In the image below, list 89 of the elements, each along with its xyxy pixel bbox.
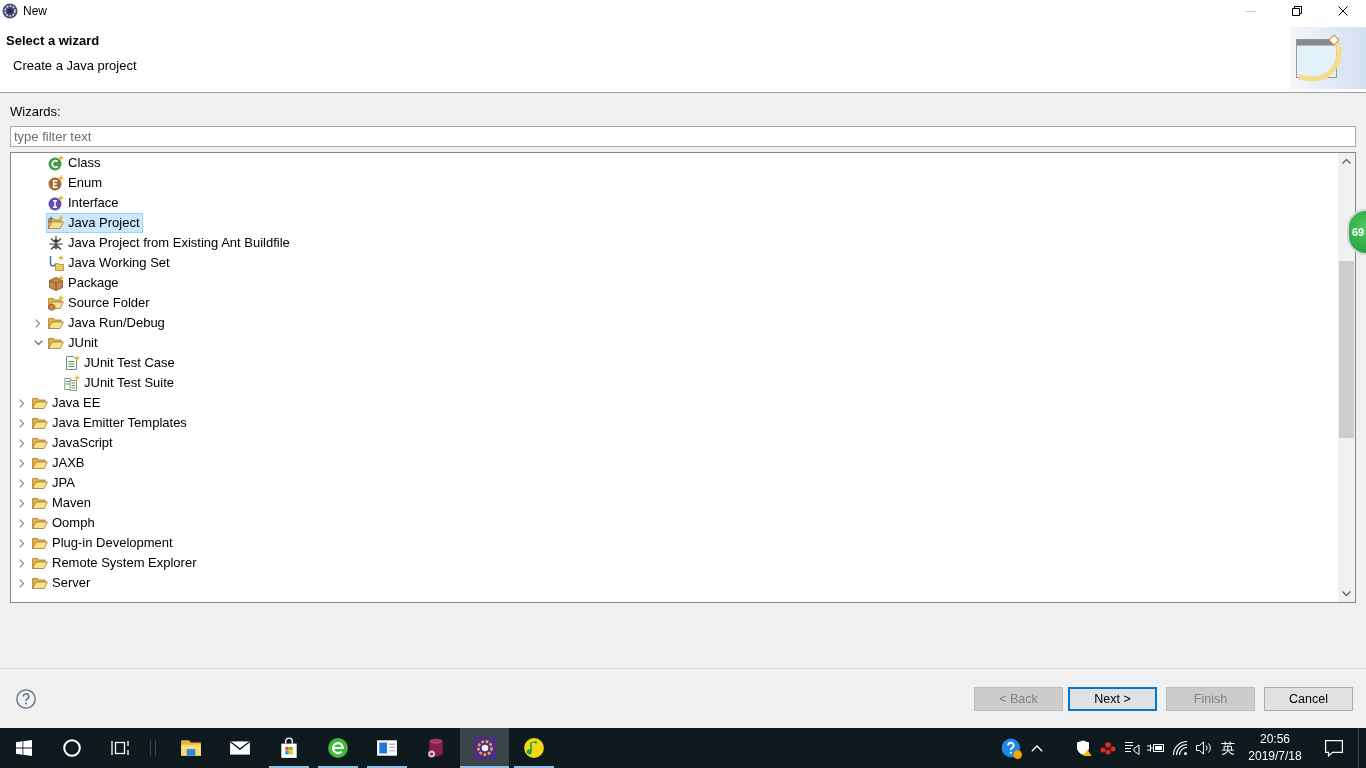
- input-method-indicator[interactable]: 英: [1216, 739, 1240, 757]
- dots-cluster-icon[interactable]: [1100, 741, 1116, 755]
- folder-icon: [32, 395, 48, 411]
- i-circle-icon: [48, 195, 64, 211]
- battery-icon[interactable]: [1147, 742, 1165, 754]
- speaker-icon[interactable]: [1195, 741, 1213, 755]
- wizard-description: Create a Java project: [13, 58, 137, 74]
- chevron-up-icon[interactable]: [1031, 744, 1043, 752]
- scroll-thumb[interactable]: [1339, 261, 1354, 438]
- gear-tile-icon[interactable]: [473, 737, 496, 759]
- filter-label: Wizards:: [10, 104, 61, 120]
- folder-icon: [32, 455, 48, 471]
- folder-icon: [48, 335, 64, 351]
- tree-item[interactable]: JUnit Test Case: [62, 353, 178, 373]
- chevron-right-icon[interactable]: [19, 578, 25, 588]
- folder-icon: [32, 475, 48, 491]
- wizard-title: Select a wizard: [6, 33, 100, 49]
- tree-item[interactable]: Server: [30, 573, 94, 593]
- chevron-right-icon[interactable]: [19, 538, 25, 548]
- folder-icon: [32, 575, 48, 591]
- music-note-icon[interactable]: [522, 737, 545, 759]
- folder-icon: [48, 315, 64, 331]
- folder-icon: [32, 495, 48, 511]
- folder-icon: [32, 535, 48, 551]
- help-icon[interactable]: [1000, 737, 1022, 759]
- chevron-right-icon[interactable]: [19, 398, 25, 408]
- chevron-right-icon[interactable]: [19, 518, 25, 528]
- tree-item[interactable]: Class: [46, 153, 104, 173]
- tree-item[interactable]: Java Project from Existing Ant Buildfile: [46, 233, 293, 253]
- chevron-right-icon[interactable]: [19, 558, 25, 568]
- tree-item[interactable]: Package: [46, 273, 122, 293]
- folder-icon: [32, 435, 48, 451]
- chevron-right-icon[interactable]: [19, 478, 25, 488]
- tree-item[interactable]: Maven: [30, 493, 95, 513]
- tree-item[interactable]: Java Emitter Templates: [30, 413, 190, 433]
- task-view-icon[interactable]: [111, 740, 129, 756]
- tray-time[interactable]: 20:56: [1260, 731, 1290, 748]
- tree-item[interactable]: Enum: [46, 173, 105, 193]
- restore-icon[interactable]: [1292, 6, 1302, 16]
- document-icon: [64, 355, 80, 371]
- tree-item[interactable]: Java EE: [30, 393, 104, 413]
- folder-icon: [32, 515, 48, 531]
- tree-item[interactable]: JavaScript: [30, 433, 116, 453]
- tree-item[interactable]: Java Working Set: [46, 253, 173, 273]
- folder-icon: [32, 555, 48, 571]
- filter-field[interactable]: type filter text: [10, 126, 1356, 147]
- window-title: New: [23, 3, 47, 19]
- tree-item[interactable]: Oomph: [30, 513, 98, 533]
- package-icon: [48, 275, 64, 291]
- ring-icon[interactable]: [63, 739, 81, 757]
- wifi-icon[interactable]: [1172, 740, 1188, 756]
- tree-item[interactable]: Interface: [46, 193, 122, 213]
- tree-item[interactable]: Remote System Explorer: [30, 553, 200, 573]
- project-folder-icon: [48, 215, 64, 231]
- start-icon[interactable]: [16, 740, 32, 756]
- documents-icon: [64, 375, 80, 391]
- chevron-right-icon[interactable]: [35, 318, 41, 328]
- dialog-button[interactable]: Next >: [1068, 686, 1157, 711]
- list-speaker-icon[interactable]: [1124, 741, 1140, 755]
- shield-warning-icon[interactable]: [1076, 740, 1092, 756]
- tree-item[interactable]: JAXB: [30, 453, 88, 473]
- tree-item[interactable]: JUnit Test Suite: [62, 373, 178, 393]
- e-circle-icon: [48, 175, 64, 191]
- folder-icon[interactable]: [179, 737, 202, 759]
- tree-item[interactable]: Source Folder: [46, 293, 153, 313]
- speech-bubble-icon[interactable]: [1325, 739, 1343, 757]
- dialog-button[interactable]: Cancel: [1264, 686, 1353, 711]
- folder-package-icon: [48, 295, 64, 311]
- window-icon[interactable]: [375, 737, 398, 759]
- chevron-right-icon[interactable]: [19, 498, 25, 508]
- folder-icon: [32, 415, 48, 431]
- chevron-down-icon[interactable]: [33, 340, 43, 346]
- tree-item[interactable]: JPA: [30, 473, 78, 493]
- scroll-up-icon[interactable]: [1342, 159, 1351, 164]
- hook-folder-icon: [48, 255, 64, 271]
- chevron-right-icon[interactable]: [19, 418, 25, 428]
- e-circle-icon[interactable]: [326, 737, 349, 759]
- chevron-right-icon[interactable]: [19, 458, 25, 468]
- gear-icon: [2, 3, 18, 19]
- chevron-right-icon[interactable]: [19, 438, 25, 448]
- tray-date[interactable]: 2019/7/18: [1248, 748, 1302, 765]
- tree-item[interactable]: Java Project: [46, 213, 143, 233]
- scroll-down-icon[interactable]: [1342, 591, 1351, 596]
- c-circle-icon: [48, 155, 64, 171]
- ant-icon: [48, 235, 64, 251]
- close-icon[interactable]: [1338, 6, 1348, 16]
- tree-item[interactable]: Plug-in Development: [30, 533, 176, 553]
- tree-item[interactable]: JUnit: [46, 333, 101, 353]
- tree-item[interactable]: Java Run/Debug: [46, 313, 168, 333]
